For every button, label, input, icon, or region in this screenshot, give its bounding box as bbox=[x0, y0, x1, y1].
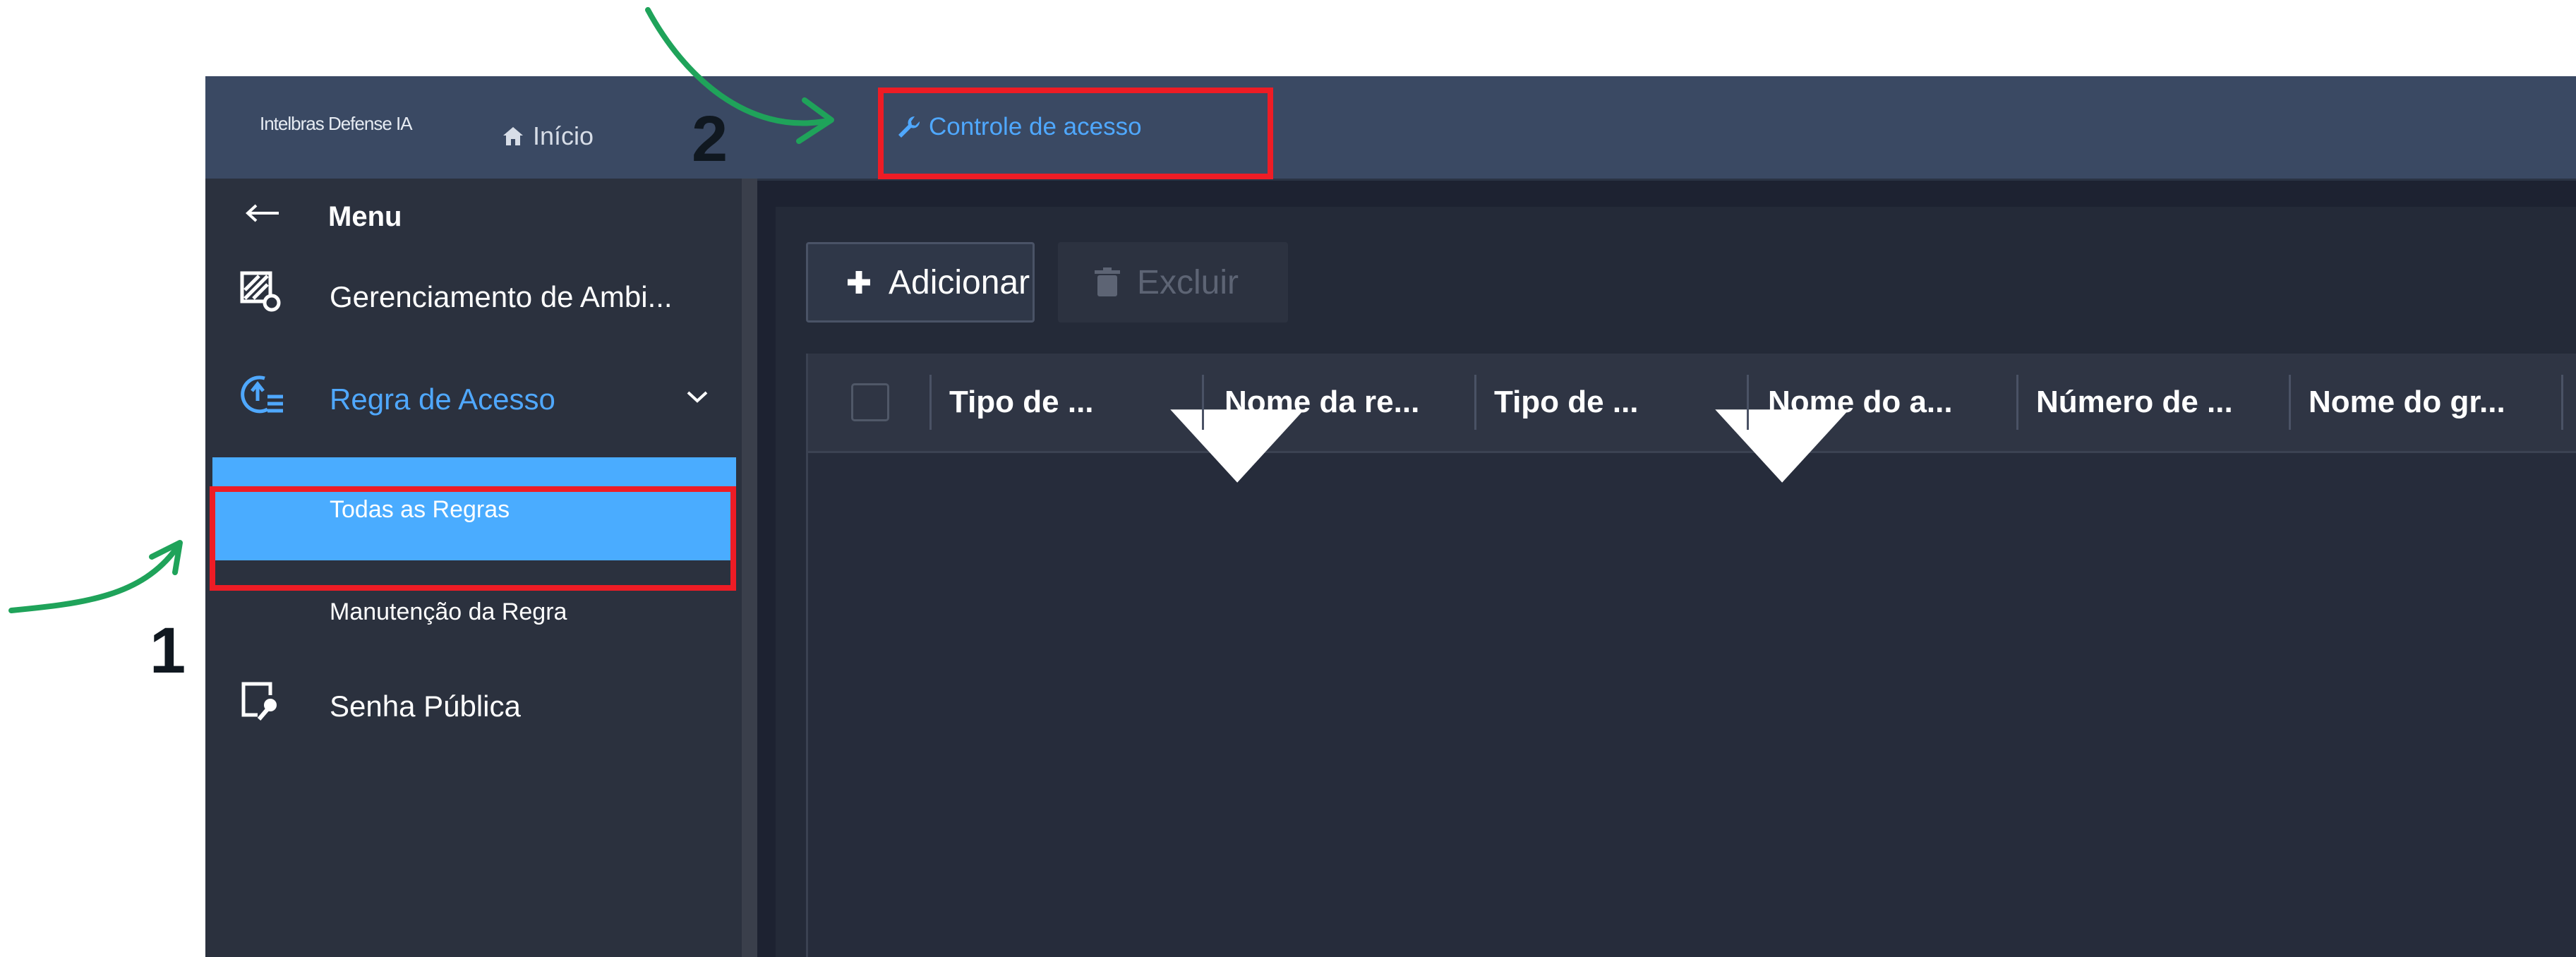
brand-name: Intelbras Defense IA bbox=[260, 113, 413, 134]
environment-icon bbox=[240, 271, 281, 312]
rules-table: Tipo de ... Nome da re... Tipo de ... No… bbox=[806, 354, 2576, 957]
column-divider bbox=[2016, 375, 2018, 430]
delete-button-label: Excluir bbox=[1137, 263, 1239, 301]
column-divider bbox=[2561, 375, 2563, 430]
sidebar-item-label: Senha Pública bbox=[330, 690, 521, 723]
column-divider bbox=[1202, 375, 1204, 430]
sidebar-item-label: Regra de Acesso bbox=[330, 383, 555, 416]
sidebar-item-gerenciamento[interactable]: Gerenciamento de Ambi... bbox=[205, 249, 742, 320]
column-header-tipo-2[interactable]: Tipo de ... bbox=[1494, 354, 1639, 451]
column-header-numero[interactable]: Número de ... bbox=[2036, 354, 2233, 451]
annotation-number-1: 1 bbox=[150, 615, 186, 687]
column-header-label: Tipo de ... bbox=[949, 385, 1094, 419]
column-header-tipo[interactable]: Tipo de ... bbox=[949, 354, 1094, 451]
trash-icon bbox=[1095, 267, 1120, 296]
menu-header[interactable]: Menu bbox=[205, 179, 742, 249]
arrow-annotation-2 bbox=[645, 7, 834, 144]
column-header-nome-grupo[interactable]: Nome do gr... bbox=[2309, 354, 2505, 451]
column-header-label: Nome do gr... bbox=[2309, 385, 2505, 419]
sidebar-resize-handle[interactable] bbox=[742, 179, 757, 957]
column-header-label: Número de ... bbox=[2036, 385, 2233, 419]
public-password-icon bbox=[241, 682, 277, 721]
column-divider bbox=[2289, 375, 2291, 430]
access-rule-icon bbox=[241, 375, 283, 414]
column-header-label: Tipo de ... bbox=[1494, 385, 1639, 419]
sidebar-subitem-label: Manutenção da Regra bbox=[330, 598, 567, 625]
delete-button[interactable]: Excluir bbox=[1058, 242, 1288, 323]
main-content: Adicionar Excluir Tipo de ... Nome da re bbox=[776, 207, 2576, 957]
column-divider bbox=[1474, 375, 1476, 430]
arrow-annotation-1 bbox=[8, 540, 183, 613]
add-button[interactable]: Adicionar bbox=[806, 242, 1035, 323]
table-header: Tipo de ... Nome da re... Tipo de ... No… bbox=[808, 354, 2576, 483]
home-icon bbox=[503, 127, 523, 145]
home-link[interactable]: Início bbox=[502, 121, 594, 151]
annotation-number-2: 2 bbox=[692, 103, 728, 175]
plus-icon bbox=[848, 271, 870, 294]
top-bar: Intelbras Defense IA Início Controle de … bbox=[205, 76, 2576, 181]
select-all-checkbox[interactable] bbox=[851, 383, 889, 421]
sidebar-item-label: Gerenciamento de Ambi... bbox=[330, 280, 673, 313]
highlight-box-controle-de-acesso bbox=[878, 88, 1273, 179]
column-header-label: Nome do a... bbox=[1768, 385, 1953, 419]
home-label: Início bbox=[533, 121, 594, 150]
column-header-label: Nome da re... bbox=[1224, 385, 1420, 419]
column-header-nome-regra[interactable]: Nome da re... bbox=[1224, 354, 1419, 451]
sidebar-item-senha-publica[interactable]: Senha Pública bbox=[205, 658, 742, 729]
sidebar-item-regra-de-acesso[interactable]: Regra de Acesso bbox=[205, 351, 742, 422]
column-divider bbox=[929, 375, 932, 430]
column-divider bbox=[1747, 375, 1749, 430]
add-button-label: Adicionar bbox=[889, 263, 1030, 301]
back-arrow-icon[interactable] bbox=[245, 203, 280, 224]
chevron-down-icon[interactable] bbox=[685, 388, 709, 405]
column-header-nome-a[interactable]: Nome do a... bbox=[1768, 354, 1953, 451]
menu-label: Menu bbox=[328, 201, 402, 232]
highlight-box-todas-as-regras bbox=[210, 486, 736, 591]
